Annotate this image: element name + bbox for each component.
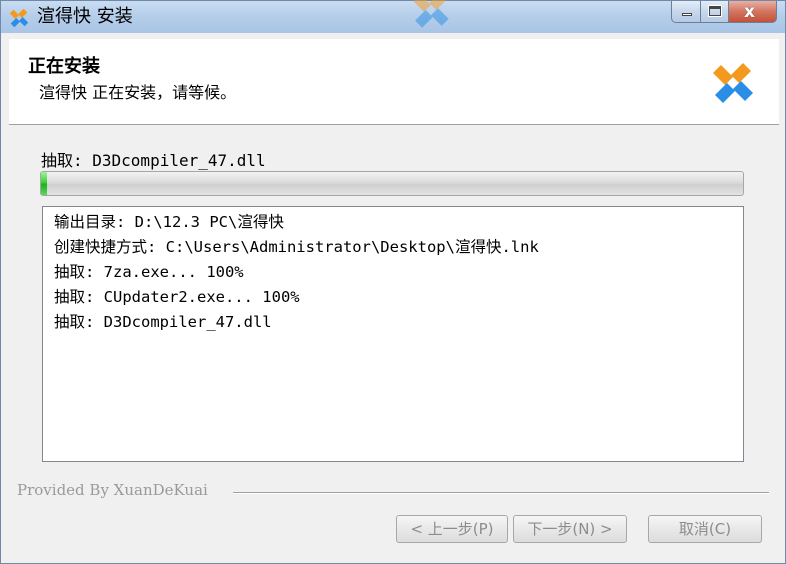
current-file-label: 抽取: D3Dcompiler_47.dll bbox=[41, 151, 266, 170]
provider-text: Provided By XuanDeKuai bbox=[17, 481, 208, 499]
log-line: 抽取: D3Dcompiler_47.dll bbox=[54, 313, 272, 331]
close-icon: x bbox=[744, 2, 755, 22]
maximize-button[interactable] bbox=[701, 1, 729, 23]
progress-fill bbox=[41, 172, 47, 195]
footer-divider bbox=[233, 492, 769, 494]
window-controls: x bbox=[671, 1, 777, 23]
progress-bar bbox=[40, 171, 744, 196]
installer-window: 渲得快 安装 x 正在安装 渲得快 正在安装，请等候。 抽取: D3Dcompi… bbox=[0, 0, 786, 564]
install-log[interactable]: 输出目录: D:\12.3 PC\渲得快 创建快捷方式: C:\Users\Ad… bbox=[42, 206, 744, 462]
log-line: 创建快捷方式: C:\Users\Administrator\Desktop\渲… bbox=[54, 238, 539, 256]
title-bar[interactable]: 渲得快 安装 x bbox=[1, 0, 785, 33]
page-subtitle: 渲得快 正在安装，请等候。 bbox=[39, 83, 237, 102]
header-panel: 正在安装 渲得快 正在安装，请等候。 bbox=[9, 39, 779, 125]
background-logo-icon bbox=[413, 0, 449, 28]
window-title: 渲得快 安装 bbox=[37, 6, 133, 27]
log-line: 输出目录: D:\12.3 PC\渲得快 bbox=[54, 213, 284, 231]
brand-logo-icon bbox=[713, 63, 753, 103]
next-button[interactable]: 下一步(N) > bbox=[513, 515, 627, 543]
maximize-icon bbox=[708, 5, 722, 17]
log-line: 抽取: CUpdater2.exe... 100% bbox=[54, 288, 300, 306]
cancel-button[interactable]: 取消(C) bbox=[648, 515, 762, 543]
app-logo-icon bbox=[9, 8, 29, 28]
close-button[interactable]: x bbox=[729, 1, 777, 23]
page-title: 正在安装 bbox=[28, 56, 100, 77]
log-line: 抽取: 7za.exe... 100% bbox=[54, 263, 244, 281]
back-button[interactable]: < 上一步(P) bbox=[396, 515, 508, 543]
minimize-icon bbox=[682, 13, 692, 16]
minimize-button[interactable] bbox=[671, 1, 701, 23]
